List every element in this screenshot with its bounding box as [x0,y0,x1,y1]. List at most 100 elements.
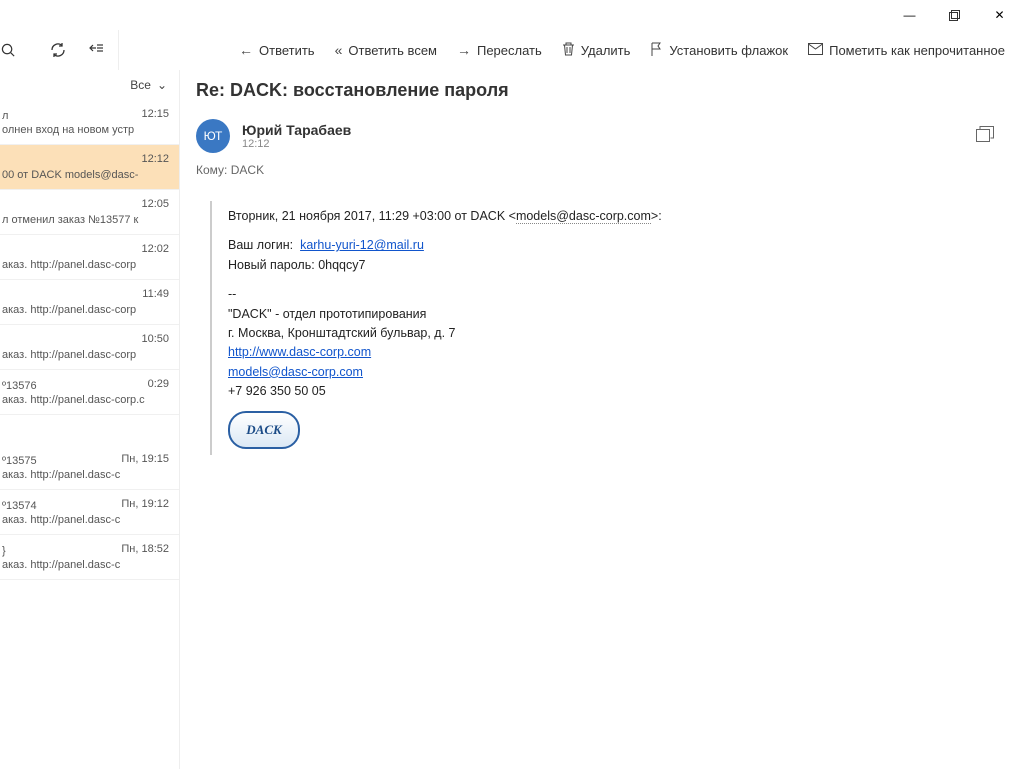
flag-button[interactable]: Установить флажок [650,42,788,59]
mail-list-item[interactable]: º13574 Пн, 19:12 аказ. http://panel.dasc-c [0,490,179,535]
to-row: Кому: DACK [196,163,994,177]
mail-preview: аказ. http://panel.dasc-corp [2,259,169,271]
mail-line1 [2,245,5,257]
message-list: Все ⌄ л 12:15 олнен вход на новом устр 12:1… [0,70,180,769]
mail-preview: аказ. http://panel.dasc-corp [2,349,169,361]
list-group-separator [0,415,179,445]
delete-label: Удалить [581,43,631,58]
flag-label: Установить флажок [669,43,788,58]
mail-time: 12:02 [141,243,169,255]
message-body: Вторник, 21 ноября 2017, 11:29 +03:00 от… [210,201,994,455]
company-logo: DACK [228,411,300,449]
message-reader: Re: DACK: восстановление пароля ЮТ Юрий … [180,70,1024,769]
mail-time: 10:50 [141,333,169,345]
mail-line1: º13574 [2,500,37,512]
list-controls [32,42,104,58]
login-link[interactable]: karhu-yuri-12@mail.ru [300,238,424,252]
forward-button[interactable]: → Переслать [457,42,542,58]
reply-all-icon: « [335,42,343,58]
window-titlebar: — ✕ [0,0,1024,30]
reply-label: Ответить [259,43,315,58]
mail-list-item[interactable]: 11:49 аказ. http://panel.dasc-corp [0,280,179,325]
chevron-down-icon: ⌄ [157,78,167,92]
mail-time: 12:05 [141,198,169,210]
open-new-window-icon[interactable] [976,126,994,147]
quote-from-email: models@dasc-corp.com [516,209,651,224]
sig-divider: -- [228,285,994,304]
mail-preview: аказ. http://panel.dasc-corp [2,304,169,316]
mark-unread-label: Пометить как непрочитанное [829,43,1005,58]
mail-preview: аказ. http://panel.dasc-c [2,559,169,571]
mail-line1: } [2,545,6,557]
forward-label: Переслать [477,43,542,58]
flag-icon [650,42,663,59]
envelope-icon [808,42,823,58]
filter-toggle-icon[interactable] [88,42,104,58]
mail-line1: л [2,110,8,122]
mail-preview: аказ. http://panel.dasc-c [2,514,169,526]
to-value: DACK [231,163,264,177]
sig-address: г. Москва, Кронштадтский бульвар, д. 7 [228,324,994,343]
subject: Re: DACK: восстановление пароля [196,80,994,101]
message-header: ЮТ Юрий Тарабаев 12:12 [196,119,994,153]
forward-icon: → [457,42,471,58]
mail-preview: л отменил заказ №13577 к [2,214,169,226]
mail-list-item[interactable]: 12:05 л отменил заказ №13577 к [0,190,179,235]
mail-time: 12:15 [141,108,169,120]
mail-time: 12:12 [141,153,169,165]
mail-preview: аказ. http://panel.dasc-c [2,469,169,481]
mail-time: Пн, 19:12 [121,498,169,510]
mail-preview: 00 от DACK models@dasc- [2,169,169,181]
sender-block: ЮТ Юрий Тарабаев 12:12 [196,119,351,153]
minimize-button[interactable]: — [887,1,932,29]
quote-header: Вторник, 21 ноября 2017, 11:29 +03:00 от… [228,207,994,226]
mail-line1 [2,290,5,302]
mail-list-item[interactable]: º13575 Пн, 19:15 аказ. http://panel.dasc-c [0,445,179,490]
mail-time: Пн, 18:52 [121,543,169,555]
reply-all-label: Ответить всем [348,43,437,58]
sender-name: Юрий Тарабаев [242,122,351,138]
sig-phone: +7 926 350 50 05 [228,382,994,401]
message-actions: ← Ответить « Ответить всем → Переслать Удал… [119,40,1024,61]
mail-list-item[interactable]: º13576 0:29 аказ. http://panel.dasc-corp.c [0,370,179,415]
mail-time: 11:49 [142,288,169,300]
mail-line1 [2,335,5,347]
mail-list-item[interactable]: л 12:15 олнен вход на новом устр [0,100,179,145]
sig-company: "DACK" - отдел прототипирования [228,305,994,324]
mail-preview: олнен вход на новом устр [2,124,169,136]
mail-list-item[interactable]: 12:02 аказ. http://panel.dasc-corp [0,235,179,280]
mail-preview: аказ. http://panel.dasc-corp.c [2,394,169,406]
filter-all[interactable]: Все ⌄ [0,70,179,100]
mail-list-item[interactable]: 10:50 аказ. http://panel.dasc-corp [0,325,179,370]
reply-button[interactable]: ← Ответить [239,42,315,58]
avatar: ЮТ [196,119,230,153]
trash-icon [562,42,575,59]
search-icon[interactable] [0,42,16,58]
mail-time: Пн, 19:15 [121,453,169,465]
reply-all-button[interactable]: « Ответить всем [335,42,437,58]
maximize-icon [949,10,960,21]
search-area [0,30,119,70]
mail-line1 [2,200,5,212]
sig-url[interactable]: http://www.dasc-corp.com [228,345,371,359]
reply-icon: ← [239,42,253,58]
sender-time: 12:12 [242,138,351,150]
mail-line1: º13575 [2,455,37,467]
content-area: Все ⌄ л 12:15 олнен вход на новом устр 12:1… [0,70,1024,769]
filter-all-label: Все [130,78,151,92]
maximize-button[interactable] [932,1,977,29]
sig-email[interactable]: models@dasc-corp.com [228,365,363,379]
mail-time: 0:29 [148,378,169,390]
password-row: Новый пароль: 0hqqcy7 [228,256,994,275]
mail-line1 [2,155,5,167]
to-label: Кому: [196,163,227,177]
delete-button[interactable]: Удалить [562,42,631,59]
password-value: 0hqqcy7 [318,258,365,272]
mail-list-item[interactable]: 12:12 00 от DACK models@dasc- [0,145,179,190]
close-button[interactable]: ✕ [977,1,1022,29]
mail-line1: º13576 [2,380,37,392]
top-toolbar: ← Ответить « Ответить всем → Переслать Удал… [0,30,1024,70]
mark-unread-button[interactable]: Пометить как непрочитанное [808,42,1005,58]
refresh-icon[interactable] [50,42,66,58]
mail-list-item[interactable]: } Пн, 18:52 аказ. http://panel.dasc-c [0,535,179,580]
